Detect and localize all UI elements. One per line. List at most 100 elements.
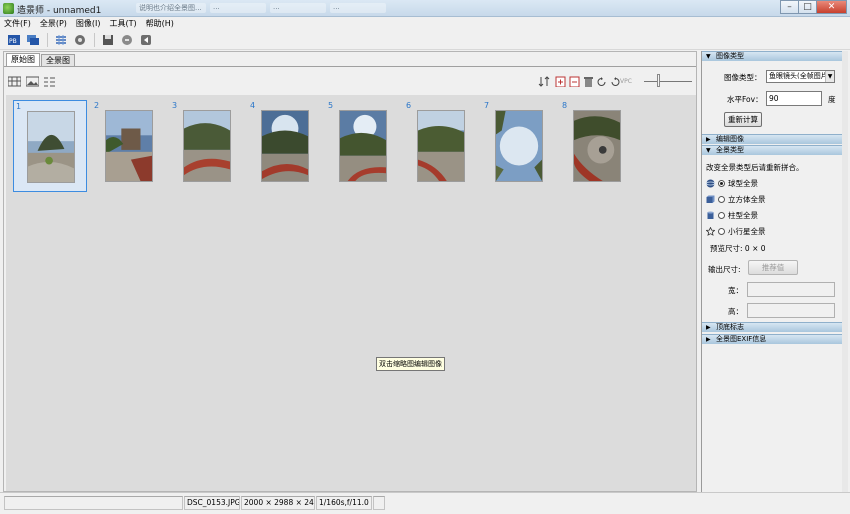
expand-arrow-icon: ▶ xyxy=(706,336,711,343)
radio-button[interactable] xyxy=(718,228,725,235)
status-empty-cell xyxy=(4,496,183,510)
sort-icon[interactable] xyxy=(538,76,551,87)
properties-panel: ▼ 图像类型 图像类型： 鱼眼镜头(全帧图片) ▼ 水平Fov： 90 度 重新… xyxy=(701,51,846,492)
section-title: 图像类型 xyxy=(716,52,744,60)
maximize-button[interactable]: □ xyxy=(798,0,817,14)
preview-size-text: 预览尺寸: 0 × 0 xyxy=(710,244,766,253)
app-logo-icon xyxy=(3,3,14,14)
background-tab-3[interactable]: ... xyxy=(270,3,326,13)
thumbnail-number: 2 xyxy=(94,101,100,110)
image-view-icon[interactable] xyxy=(26,76,39,87)
thumbnail-item[interactable]: 2 xyxy=(92,100,166,192)
thumbnail-item[interactable]: 4 xyxy=(248,100,322,192)
thumbnail-image xyxy=(339,110,387,182)
recalculate-button[interactable]: 重新计算 xyxy=(724,112,762,127)
main-toolbar: PB xyxy=(0,30,850,50)
thumbnail-image xyxy=(495,110,543,182)
image-type-select[interactable]: 鱼眼镜头(全帧图片) ▼ xyxy=(766,70,835,83)
svg-text:PB: PB xyxy=(9,38,17,45)
menu-file[interactable]: 文件(F) xyxy=(4,18,31,29)
section-edit-image[interactable]: ▶ 编辑图像 xyxy=(702,134,846,144)
expand-arrow-icon: ▶ xyxy=(706,324,711,331)
image-workspace: 原始图 全景图 VPC 1 2 3 4 5 6 7 8 双击缩略图编辑图像 xyxy=(3,51,697,492)
list-view-icon[interactable] xyxy=(43,76,56,87)
status-dimensions: 2000 × 2988 × 24b xyxy=(241,496,315,510)
section-title: 全景图EXIF信息 xyxy=(716,335,767,343)
cube-icon xyxy=(706,195,715,203)
status-bar: DSC_0153.JPG 2000 × 2988 × 24b 1/160s,f/… xyxy=(0,492,850,514)
close-button[interactable]: ✕ xyxy=(816,0,847,14)
section-image-type[interactable]: ▼ 图像类型 xyxy=(702,51,846,61)
background-tab-4[interactable]: ... xyxy=(330,3,386,13)
hfov-input[interactable]: 90 xyxy=(766,91,822,106)
edit-hint-tooltip: 双击缩略图编辑图像 xyxy=(376,357,445,371)
option-little-planet[interactable]: 小行星全景 xyxy=(706,226,766,237)
thumbnail-number: 1 xyxy=(16,102,22,111)
title-bar: 造景师 - unnamed1 说明也介绍全景图... ... ... ... –… xyxy=(0,0,850,17)
thumbnail-toolbar: VPC xyxy=(4,67,696,93)
zoom-slider-track[interactable] xyxy=(644,81,692,82)
thumbnail-number: 6 xyxy=(406,101,412,110)
background-tab-2[interactable]: ... xyxy=(210,3,266,13)
width-label: 宽： xyxy=(728,286,743,295)
share-icon[interactable] xyxy=(137,31,154,48)
output-size-label: 输出尺寸: xyxy=(708,265,741,274)
option-cylinder[interactable]: 柱型全景 xyxy=(706,210,758,221)
rotate-left-icon[interactable] xyxy=(596,76,609,87)
panel-scrollbar[interactable] xyxy=(842,51,848,492)
expand-arrow-icon: ▶ xyxy=(706,136,711,143)
menu-bar: 文件(F) 全景(P) 图像(I) 工具(T) 帮助(H) xyxy=(0,17,850,30)
thumbnail-item[interactable]: 5 xyxy=(326,100,400,192)
radio-button[interactable] xyxy=(718,196,725,203)
menu-panorama[interactable]: 全景(P) xyxy=(40,18,67,29)
image-type-value: 鱼眼镜头(全帧图片) xyxy=(769,72,831,80)
section-title: 编辑图像 xyxy=(716,135,744,143)
grid-view-icon[interactable] xyxy=(8,76,21,87)
add-image-icon[interactable] xyxy=(555,76,568,87)
toolbar-divider xyxy=(47,32,48,47)
thumbnail-image xyxy=(573,110,621,182)
section-exif[interactable]: ▶ 全景图EXIF信息 xyxy=(702,334,846,344)
height-input[interactable] xyxy=(747,303,835,318)
thumbnail-item[interactable]: 7 xyxy=(482,100,556,192)
option-cube[interactable]: 立方体全景 xyxy=(706,194,766,205)
radio-button[interactable] xyxy=(718,180,725,187)
width-input[interactable] xyxy=(747,282,835,297)
zoom-slider-thumb[interactable] xyxy=(657,74,660,87)
thumbnail-item[interactable]: 6 xyxy=(404,100,478,192)
stitch-icon[interactable] xyxy=(52,31,69,48)
thumbnail-gallery: 1 2 3 4 5 6 7 8 双击缩略图编辑图像 xyxy=(6,95,696,491)
remove-image-icon[interactable] xyxy=(569,76,582,87)
section-pano-type[interactable]: ▼ 全景类型 xyxy=(702,145,846,155)
radio-button[interactable] xyxy=(718,212,725,219)
menu-image[interactable]: 图像(I) xyxy=(76,18,101,29)
thumbnail-item[interactable]: 1 xyxy=(13,100,87,192)
recommend-button[interactable]: 推荐值 xyxy=(748,260,798,275)
thumbnail-image xyxy=(261,110,309,182)
section-title: 顶底标志 xyxy=(716,323,744,331)
minimize-button[interactable]: – xyxy=(780,0,799,14)
pano-icon[interactable]: PB xyxy=(5,31,22,48)
layers-icon[interactable] xyxy=(24,31,41,48)
thumbnail-image xyxy=(183,110,231,182)
status-extra-cell xyxy=(373,496,385,510)
thumbnail-item[interactable]: 8 xyxy=(560,100,634,192)
sphere-icon xyxy=(706,179,715,188)
client-area: 原始图 全景图 VPC 1 2 3 4 5 6 7 8 双击缩略图编辑图像 ▼ … xyxy=(0,50,850,492)
thumbnail-number: 5 xyxy=(328,101,334,110)
menu-tools[interactable]: 工具(T) xyxy=(110,18,137,29)
settings-icon[interactable] xyxy=(71,31,88,48)
section-vertex-logo[interactable]: ▶ 顶底标志 xyxy=(702,322,846,332)
menu-help[interactable]: 帮助(H) xyxy=(146,18,174,29)
window-title: 造景师 - unnamed1 xyxy=(17,6,102,16)
zoom-icon[interactable] xyxy=(118,31,135,48)
thumbnail-item[interactable]: 3 xyxy=(170,100,244,192)
delete-icon[interactable] xyxy=(583,76,596,87)
pano-type-hint: 改变全景类型后请重新拼合。 xyxy=(706,163,804,172)
save-icon[interactable] xyxy=(99,31,116,48)
tab-original[interactable]: 原始图 xyxy=(6,53,40,67)
vpc-label: VPC xyxy=(620,78,632,85)
option-label: 立方体全景 xyxy=(728,195,766,204)
background-tab-1[interactable]: 说明也介绍全景图... xyxy=(136,3,206,13)
option-sphere[interactable]: 球型全景 xyxy=(706,178,758,189)
